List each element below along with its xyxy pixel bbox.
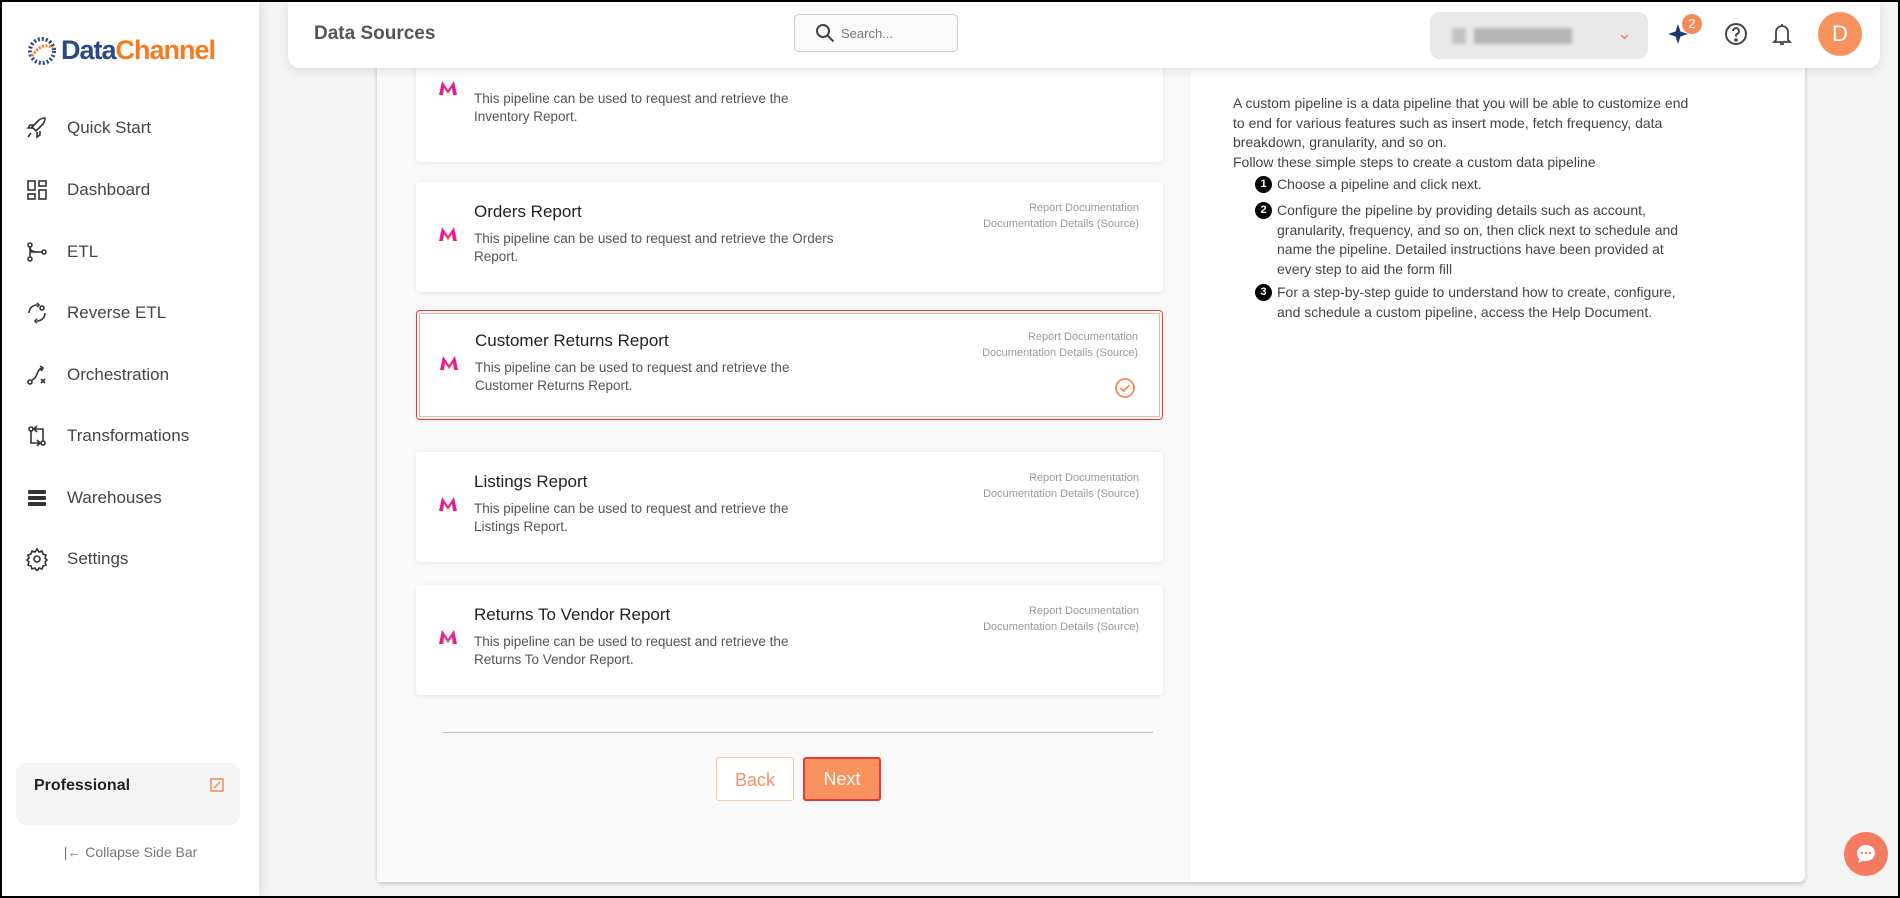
- chat-button[interactable]: [1844, 832, 1888, 876]
- notification-badge: 2: [1682, 14, 1702, 34]
- documentation-details-link[interactable]: Documentation Details (Source): [983, 621, 1139, 633]
- sidebar-item-orchestration[interactable]: Orchestration: [2, 353, 259, 397]
- check-circle-icon: [1114, 377, 1136, 404]
- step-number: 3: [1255, 284, 1272, 301]
- sidebar-item-dashboard[interactable]: Dashboard: [2, 168, 259, 212]
- top-header: Data Sources ⌄ 2 D: [288, 2, 1880, 68]
- sidebar-item-label: Reverse ETL: [67, 303, 167, 322]
- report-documentation-link[interactable]: Report Documentation: [1029, 202, 1139, 214]
- report-documentation-link[interactable]: Report Documentation: [1029, 472, 1139, 484]
- search-input[interactable]: [841, 25, 941, 41]
- myntra-logo-icon: [438, 80, 458, 101]
- back-button[interactable]: Back: [716, 757, 794, 801]
- step-text: For a step-by-step guide to understand h…: [1277, 284, 1676, 320]
- reverse-etl-icon: [24, 300, 50, 326]
- sidebar-item-settings[interactable]: Settings: [2, 537, 259, 581]
- account-selector[interactable]: ⌄: [1430, 12, 1648, 59]
- sidebar-item-label: Warehouses: [67, 488, 162, 507]
- sidebar-item-etl[interactable]: ETL: [2, 230, 259, 274]
- card-title: Orders Report: [474, 202, 582, 221]
- bell-icon[interactable]: [1768, 20, 1796, 48]
- card-description: This pipeline can be used to request and…: [474, 634, 789, 667]
- myntra-logo-icon: [438, 629, 458, 650]
- external-link-icon[interactable]: [210, 778, 224, 797]
- sidebar-item-quick-start[interactable]: Quick Start: [2, 106, 259, 150]
- step-3: 3 For a step-by-step guide to understand …: [1233, 283, 1693, 322]
- rocket-icon: [24, 115, 50, 141]
- sidebar: DataChannel Quick Start Dashboard ETL Re…: [2, 2, 259, 896]
- report-documentation-link[interactable]: Report Documentation: [1029, 605, 1139, 617]
- sidebar-item-label: Quick Start: [67, 118, 152, 137]
- info-follow: Follow these simple steps to create a cu…: [1233, 153, 1596, 170]
- step-text: Configure the pipeline by providing deta…: [1277, 202, 1679, 277]
- pipeline-card[interactable]: Customer Returns Report This pipeline can…: [416, 310, 1163, 420]
- transformations-icon: [24, 423, 50, 449]
- collapse-label: Collapse Side Bar: [85, 844, 198, 860]
- sidebar-item-label: Orchestration: [67, 365, 170, 384]
- step-number: 1: [1255, 176, 1272, 193]
- etl-icon: [24, 239, 50, 265]
- report-documentation-link[interactable]: Report Documentation: [1028, 331, 1138, 343]
- pipeline-card[interactable]: Returns To Vendor Report This pipeline ca…: [416, 585, 1163, 695]
- logo-text-data: Data: [61, 35, 117, 65]
- sidebar-item-label: Transformations: [67, 426, 190, 445]
- documentation-details-link[interactable]: Documentation Details (Source): [983, 488, 1139, 500]
- card-title: Returns To Vendor Report: [474, 605, 671, 624]
- card-description: This pipeline can be used to request and…: [475, 360, 790, 393]
- step-number: 2: [1255, 202, 1272, 219]
- search-box[interactable]: [794, 14, 958, 52]
- collapse-sidebar-button[interactable]: |← Collapse Side Bar: [2, 844, 259, 860]
- myntra-logo-icon: [439, 355, 459, 376]
- step-1: 1 Choose a pipeline and click next.: [1233, 175, 1693, 195]
- step-2: 2 Configure the pipeline by providing det…: [1233, 201, 1693, 279]
- dashboard-icon: [24, 177, 50, 203]
- myntra-logo-icon: [438, 226, 458, 247]
- myntra-logo-icon: [438, 496, 458, 517]
- sidebar-item-label: ETL: [67, 242, 99, 261]
- plan-name: Professional: [34, 777, 131, 794]
- search-icon: [816, 24, 835, 43]
- gear-icon: [24, 546, 50, 572]
- info-intro: A custom pipeline is a data pipeline tha…: [1233, 95, 1689, 150]
- sidebar-item-transformations[interactable]: Transformations: [2, 414, 259, 458]
- logo-globe-icon: [28, 36, 56, 65]
- logo-text-channel: Channel: [115, 35, 217, 65]
- pipeline-card[interactable]: Listings Report This pipeline can be used…: [416, 452, 1163, 562]
- page-title: Data Sources: [314, 23, 436, 44]
- card-description: This pipeline can be used to request and…: [474, 501, 789, 534]
- plan-card[interactable]: Professional: [16, 763, 240, 825]
- card-title: Customer Returns Report: [475, 331, 669, 350]
- sidebar-item-reverse-etl[interactable]: Reverse ETL: [2, 291, 259, 335]
- info-text: A custom pipeline is a data pipeline tha…: [1233, 94, 1703, 172]
- divider: [443, 732, 1153, 733]
- chevron-down-icon: ⌄: [1616, 23, 1632, 43]
- card-description: This pipeline can be used to request and…: [474, 231, 834, 264]
- pipeline-list: This pipeline can be used to request and…: [377, 2, 1191, 882]
- datachannel-logo[interactable]: DataChannel: [27, 35, 217, 66]
- collapse-arrow-icon: |←: [63, 844, 86, 860]
- pipeline-card[interactable]: This pipeline can be used to request and…: [416, 52, 1163, 162]
- documentation-details-link[interactable]: Documentation Details (Source): [982, 347, 1138, 359]
- sidebar-item-label: Dashboard: [67, 180, 151, 199]
- warehouses-icon: [24, 485, 50, 511]
- step-text: Choose a pipeline and click next.: [1277, 176, 1482, 192]
- content-panel: This pipeline can be used to request and…: [377, 2, 1805, 882]
- pipeline-card[interactable]: Orders Report This pipeline can be used t…: [416, 182, 1163, 292]
- card-title: Listings Report: [474, 472, 588, 491]
- chat-icon: [1857, 845, 1875, 863]
- orchestration-icon: [24, 362, 50, 388]
- help-icon[interactable]: [1722, 20, 1750, 48]
- sidebar-item-warehouses[interactable]: Warehouses: [2, 476, 259, 520]
- documentation-details-link[interactable]: Documentation Details (Source): [983, 218, 1139, 230]
- sidebar-item-label: Settings: [67, 549, 129, 568]
- next-button[interactable]: Next: [803, 757, 881, 801]
- app-window: DataChannel Quick Start Dashboard ETL Re…: [2, 2, 1898, 896]
- account-name-redacted: [1452, 27, 1602, 44]
- card-description: This pipeline can be used to request and…: [474, 91, 789, 124]
- user-avatar[interactable]: D: [1818, 12, 1862, 56]
